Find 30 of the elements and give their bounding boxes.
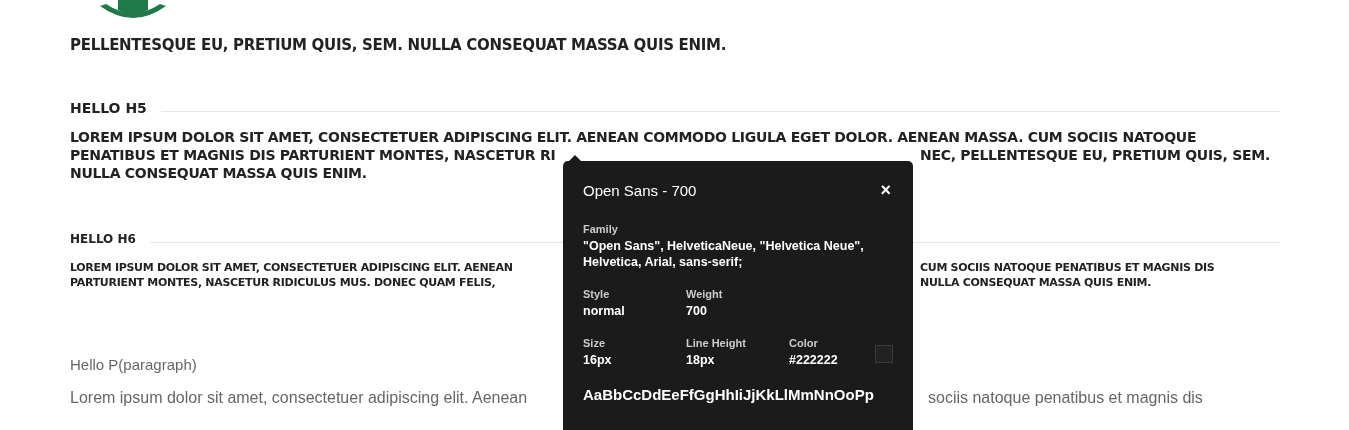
glyph-sample: AaBbCcDdEeFfGgHhIiJjKkLlMmNnOoPp xyxy=(583,386,875,403)
section-heading: Hello P(paragraph) xyxy=(70,356,197,373)
body-text: LOREM IPSUM DOLOR SIT AMET, CONSECTETUER ADIPISCING ELIT. AENEAN xyxy=(70,260,514,275)
field-label: Weight xyxy=(686,288,723,300)
body-text: LOREM IPSUM DOLOR SIT AMET, CONSECTETUER ADIPISCING ELIT. AENEAN COMMODO LIGULA EGET DOLOR. AENEAN MASSA. CUM SOCIIS NATOQUE xyxy=(70,128,1197,146)
body-text: CUM SOCIIS NATOQUE PENATIBUS ET MAGNIS DIS xyxy=(920,260,1215,275)
heading-text: PELLENTESQUE EU, PRETIUM QUIS, SEM. NULLA CONSEQUAT MASSA QUIS ENIM. xyxy=(70,36,728,54)
field-value: #222222 xyxy=(789,352,838,368)
body-text: Lorem ipsum dolor sit amet, consectetuer adipiscing elit. Aenean xyxy=(70,389,529,407)
body-text: NULLA CONSEQUAT MASSA QUIS ENIM. xyxy=(920,275,1152,290)
field-value: 18px xyxy=(686,352,715,368)
body-text: PENATIBUS ET MAGNIS DIS PARTURIENT MONTES, NASCETUR RI xyxy=(70,146,557,164)
body-text: NULLA CONSEQUAT MASSA QUIS ENIM. xyxy=(70,164,367,182)
font-title: Open Sans - 700 xyxy=(583,181,697,199)
body-text: NEC, PELLENTESQUE EU, PRETIUM QUIS, SEM. xyxy=(920,146,1270,164)
field-label: Style xyxy=(583,288,610,300)
body-text: sociis natoque penatibus et magnis dis xyxy=(928,389,1203,407)
field-label: Size xyxy=(583,337,605,349)
field-label: Family xyxy=(583,223,618,235)
field-value: "Open Sans", HelveticaNeue, "Helvetica Neue", Helvetica, Arial, sans-serif; xyxy=(583,238,865,270)
section-heading: HELLO H5 xyxy=(70,100,147,116)
section-heading: HELLO H6 xyxy=(70,232,136,246)
field-label: Color xyxy=(789,337,818,349)
field-value: 16px xyxy=(583,352,612,368)
field-label: Line Height xyxy=(686,337,746,349)
body-text: PARTURIENT MONTES, NASCETUR RIDICULUS MUS. DONEC QUAM FELIS, xyxy=(70,275,497,290)
close-button[interactable]: × xyxy=(878,181,893,199)
field-value: normal xyxy=(583,303,625,319)
color-swatch xyxy=(875,345,893,363)
field-value: 700 xyxy=(686,303,707,319)
